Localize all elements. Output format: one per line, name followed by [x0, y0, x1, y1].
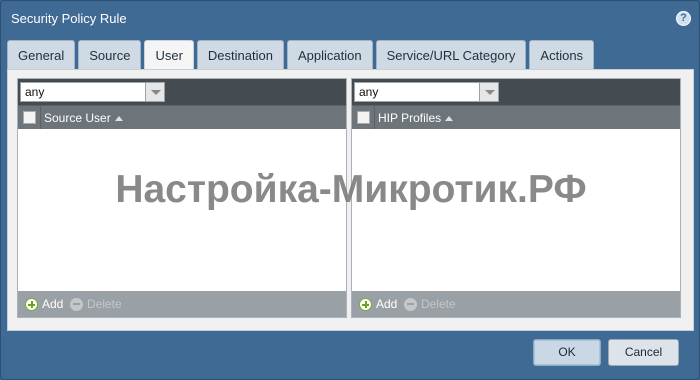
dialog-titlebar: Security Policy Rule ?	[1, 1, 700, 37]
select-value: any	[359, 85, 379, 99]
hip-profiles-column-header[interactable]: HIP Profiles	[352, 105, 680, 130]
tab-destination[interactable]: Destination	[196, 40, 284, 69]
panel-toolbar: any	[352, 79, 680, 105]
ok-button[interactable]: OK	[533, 339, 601, 366]
sort-ascending-icon[interactable]	[114, 116, 123, 121]
add-icon	[25, 297, 38, 311]
panel-toolbar: any	[18, 79, 346, 105]
column-divider	[374, 106, 375, 130]
sort-ascending-icon[interactable]	[445, 116, 454, 121]
tab-source[interactable]: Source	[78, 40, 142, 69]
delete-label: Delete	[87, 297, 122, 311]
column-label: HIP Profiles	[378, 111, 442, 125]
hip-profiles-select[interactable]: any	[354, 82, 499, 102]
help-icon[interactable]: ?	[676, 11, 691, 26]
dialog-title: Security Policy Rule	[11, 11, 127, 26]
chevron-down-icon[interactable]	[145, 82, 165, 102]
select-value: any	[25, 85, 45, 99]
tab-user[interactable]: User	[144, 40, 194, 70]
panel-footer: Add Delete	[352, 291, 680, 317]
select-all-checkbox[interactable]	[357, 111, 370, 124]
add-hip-profile-button[interactable]: Add	[359, 297, 397, 311]
tab-application[interactable]: Application	[286, 40, 373, 69]
panel-footer: Add Delete	[18, 291, 346, 317]
source-user-select[interactable]: any	[20, 82, 165, 102]
security-policy-rule-dialog: Security Policy Rule ? General Source Us…	[0, 0, 700, 380]
add-label: Add	[376, 297, 398, 311]
tab-service-url-category[interactable]: Service/URL Category	[375, 40, 527, 69]
remove-icon	[70, 297, 83, 311]
add-source-user-button[interactable]: Add	[25, 297, 63, 311]
tab-bar: General Source User Destination Applicat…	[7, 40, 597, 70]
chevron-down-icon[interactable]	[479, 82, 499, 102]
watermark-text: Настройка-Микротик.РФ	[115, 168, 587, 211]
source-user-column-header[interactable]: Source User	[18, 105, 346, 130]
remove-icon	[404, 297, 417, 311]
delete-label: Delete	[421, 297, 456, 311]
column-divider	[40, 106, 41, 130]
column-label: Source User	[44, 111, 111, 125]
tab-general[interactable]: General	[7, 40, 76, 69]
cancel-button[interactable]: Cancel	[608, 339, 679, 366]
add-icon	[359, 297, 372, 311]
delete-hip-profile-button[interactable]: Delete	[404, 297, 456, 311]
delete-source-user-button[interactable]: Delete	[70, 297, 122, 311]
tab-actions[interactable]: Actions	[529, 40, 595, 69]
add-label: Add	[42, 297, 64, 311]
select-all-checkbox[interactable]	[23, 111, 36, 124]
